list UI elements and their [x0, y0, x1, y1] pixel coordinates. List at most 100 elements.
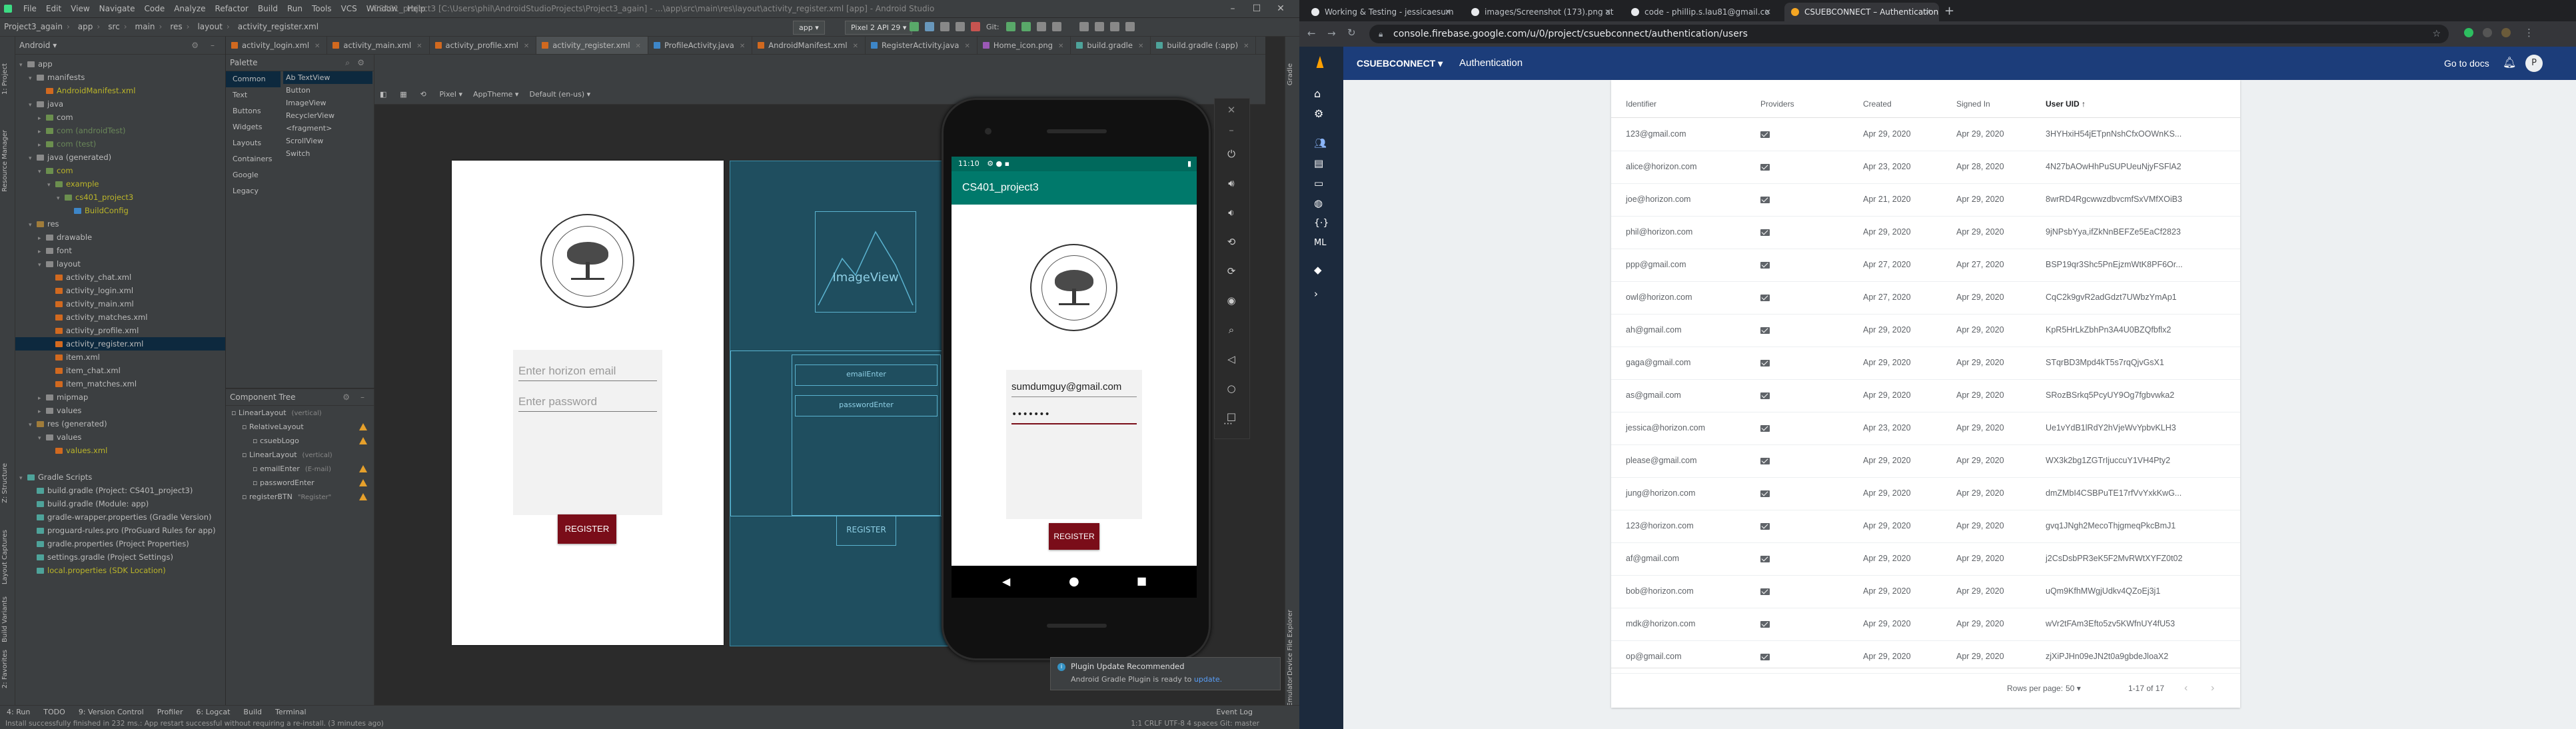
- close-icon[interactable]: ✕: [315, 43, 320, 50]
- table-row[interactable]: mdk@horizon.com Apr 29, 2020 Apr 29, 2020 w…: [1611, 608, 2240, 641]
- component-tree-item[interactable]: ▫ csuebLogo: [226, 434, 374, 448]
- editor-tab[interactable]: activity_main.xml ✕: [327, 37, 430, 54]
- ml-kit-icon[interactable]: ML: [1314, 237, 1326, 249]
- close-icon[interactable]: ✕: [1445, 3, 1451, 21]
- tree-item[interactable]: BuildConfig: [15, 204, 225, 217]
- new-tab-icon[interactable]: +: [1944, 4, 1954, 18]
- warning-icon[interactable]: [359, 465, 367, 472]
- tree-item[interactable]: ▸ com: [15, 111, 225, 124]
- phone-screen[interactable]: 11:10 ⚙ ● ▪ ▮ CS401_project3 sumdumguy@g…: [952, 157, 1197, 598]
- forward-icon[interactable]: →: [1327, 27, 1336, 39]
- expand-arrow-icon[interactable]: ▾: [38, 432, 46, 445]
- tree-item[interactable]: ▾ manifests: [15, 71, 225, 84]
- table-row[interactable]: owl@horizon.com Apr 27, 2020 Apr 29, 2020 C…: [1611, 281, 2240, 315]
- expand-arrow-icon[interactable]: ▸: [38, 405, 46, 418]
- tree-item[interactable]: item_matches.xml: [15, 377, 225, 390]
- password-input[interactable]: Enter password: [518, 392, 657, 412]
- expand-arrow-icon[interactable]: ▾: [29, 72, 37, 85]
- gear-icon[interactable]: ⚙: [342, 389, 350, 405]
- tree-item[interactable]: ▾ cs401_project3: [15, 191, 225, 204]
- table-row[interactable]: phil@horizon.com Apr 29, 2020 Apr 29, 2020…: [1611, 216, 2240, 249]
- tree-item[interactable]: build.gradle (Project: CS401_project3): [15, 484, 225, 497]
- hide-panel-icon[interactable]: –: [360, 389, 364, 405]
- table-row[interactable]: please@gmail.com Apr 29, 2020 Apr 29, 2020…: [1611, 444, 2240, 478]
- zoom-icon[interactable]: ⌕: [1224, 323, 1239, 337]
- browser-tab[interactable]: CSUEBCONNECT – Authentication ✕: [1784, 3, 1939, 21]
- close-icon[interactable]: ✕: [1138, 43, 1143, 50]
- close-icon[interactable]: ✕: [636, 43, 641, 50]
- expand-arrow-icon[interactable]: ▾: [57, 192, 65, 205]
- palette-category[interactable]: Legacy: [226, 183, 281, 199]
- close-icon[interactable]: ✕: [1924, 3, 1931, 21]
- expand-arrow-icon[interactable]: ▾: [38, 259, 46, 272]
- expand-arrow-icon[interactable]: ▸: [38, 232, 46, 245]
- tree-item[interactable]: activity_matches.xml: [15, 311, 225, 324]
- editor-tab[interactable]: build.gradle (:app) ✕: [1151, 37, 1257, 54]
- tree-item[interactable]: ▸ font: [15, 244, 225, 257]
- palette-item[interactable]: Button: [283, 84, 372, 97]
- browser-tab[interactable]: images/Screenshot (173).png at ✕: [1465, 3, 1619, 21]
- close-icon[interactable]: ✕: [964, 43, 969, 50]
- breadcrumb-item[interactable]: Project3_again ›: [0, 18, 74, 36]
- bottom-tab[interactable]: 6: Logcat: [189, 706, 237, 719]
- go-to-docs-link[interactable]: Go to docs: [2444, 47, 2489, 80]
- database-icon[interactable]: ▤: [1314, 157, 1326, 169]
- close-icon[interactable]: ✕: [1243, 43, 1249, 50]
- device-dropdown[interactable]: Pixel 2 API 29 ▾: [845, 21, 913, 35]
- tab-layout-captures[interactable]: Layout Captures: [1, 530, 9, 584]
- tree-item[interactable]: ▾ Gradle Scripts: [15, 470, 225, 484]
- prev-page-icon[interactable]: ‹: [2184, 668, 2188, 708]
- tab-resource-manager[interactable]: Resource Manager: [1, 130, 9, 192]
- tab-emulator[interactable]: Emulator: [1287, 676, 1294, 706]
- table-row[interactable]: bob@horizon.com Apr 29, 2020 Apr 29, 2020 u…: [1611, 575, 2240, 608]
- run-icon[interactable]: [910, 22, 919, 31]
- menu-analyze[interactable]: Analyze: [169, 0, 210, 17]
- extensions-icon[interactable]: ◆: [1314, 264, 1326, 276]
- editor-tab[interactable]: AndroidManifest.xml ✕: [752, 37, 866, 54]
- table-row[interactable]: 123@horizon.com Apr 29, 2020 Apr 29, 2020 g…: [1611, 510, 2240, 543]
- tree-item[interactable]: activity_main.xml: [15, 297, 225, 311]
- git-revert-icon[interactable]: [1052, 22, 1061, 31]
- reload-icon[interactable]: ↻: [1347, 27, 1356, 39]
- tree-item[interactable]: ▾ java (generated): [15, 151, 225, 164]
- avatar[interactable]: P: [2525, 55, 2543, 72]
- plugin-update-notification[interactable]: i Plugin Update Recommended Android Grad…: [1050, 657, 1281, 690]
- volume-up-icon[interactable]: 🔊︎: [1224, 176, 1239, 191]
- profile-icon[interactable]: [2501, 28, 2511, 37]
- close-icon[interactable]: ✕: [1605, 3, 1611, 21]
- menu-vcs[interactable]: VCS: [336, 0, 362, 17]
- stop-icon[interactable]: [971, 22, 980, 31]
- design-mode-icon[interactable]: ◧: [374, 85, 392, 104]
- palette-category[interactable]: Containers: [226, 151, 281, 167]
- editor-tab[interactable]: activity_login.xml ✕: [226, 37, 328, 54]
- bottom-tab[interactable]: 4: Run: [0, 706, 37, 719]
- minimize-icon[interactable]: –: [1221, 0, 1245, 17]
- gear-icon[interactable]: ⚙: [1314, 108, 1326, 120]
- expand-arrow-icon[interactable]: ▸: [38, 392, 46, 405]
- menu-icon[interactable]: ⋮: [2524, 27, 2534, 39]
- design-toolbar-dropdown[interactable]: AppTheme ▾: [468, 85, 524, 104]
- expand-arrow-icon[interactable]: ▾: [19, 472, 27, 485]
- back-icon[interactable]: ◀: [1002, 575, 1010, 588]
- warning-icon[interactable]: [359, 493, 367, 500]
- tree-item[interactable]: ▸ values: [15, 404, 225, 417]
- debug-icon[interactable]: [925, 22, 934, 31]
- close-icon[interactable]: ✕: [740, 43, 745, 50]
- tree-item[interactable]: gradle-wrapper.properties (Gradle Versio…: [15, 510, 225, 524]
- expand-arrow-icon[interactable]: ▾: [47, 179, 55, 192]
- table-row[interactable]: jessica@horizon.com Apr 23, 2020 Apr 29, 2…: [1611, 412, 2240, 445]
- palette-item[interactable]: Switch: [283, 147, 372, 160]
- table-row[interactable]: gaga@gmail.com Apr 29, 2020 Apr 29, 2020 ST…: [1611, 347, 2240, 380]
- home-icon[interactable]: ●: [1069, 574, 1079, 588]
- table-row[interactable]: jung@horizon.com Apr 29, 2020 Apr 29, 2020…: [1611, 477, 2240, 510]
- address-bar[interactable]: 🔒︎ console.firebase.google.com/u/0/proje…: [1369, 25, 2449, 43]
- close-icon[interactable]: ✕: [853, 43, 858, 50]
- search-icon[interactable]: ⌕: [345, 55, 350, 71]
- extension-icon[interactable]: [2483, 28, 2492, 37]
- emulator[interactable]: 11:10 ⚙ ● ▪ ▮ CS401_project3 sumdumguy@g…: [942, 98, 1211, 660]
- warning-icon[interactable]: [359, 437, 367, 444]
- search-everywhere-icon[interactable]: [1125, 22, 1135, 31]
- expand-arrow-icon[interactable]: ▸: [38, 125, 46, 139]
- tree-item[interactable]: ▸ com (test): [15, 137, 225, 151]
- register-button[interactable]: REGISTER: [558, 514, 616, 544]
